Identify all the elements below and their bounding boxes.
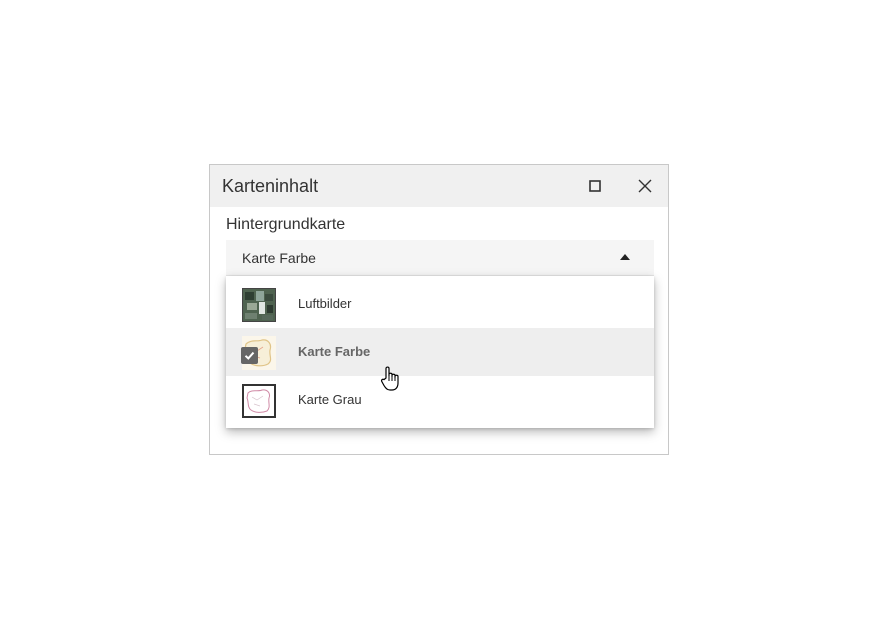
- close-icon: [638, 179, 652, 193]
- option-karte-farbe[interactable]: Karte Farbe: [226, 328, 654, 376]
- close-button[interactable]: [632, 173, 658, 199]
- option-label: Luftbilder: [298, 296, 352, 311]
- aerial-thumbnail: [242, 288, 276, 322]
- hand-cursor-icon: [381, 366, 399, 391]
- caret-up-icon[interactable]: [620, 254, 630, 260]
- square-icon: [589, 180, 601, 192]
- panel-header: Karteninhalt: [210, 165, 668, 207]
- check-icon: [241, 347, 258, 364]
- basemap-label: Hintergrundkarte: [226, 216, 346, 233]
- option-label: Karte Grau: [298, 392, 362, 407]
- panel-title: Karteninhalt: [222, 175, 319, 196]
- basemap-dropdown-list: Luftbilder Karte Farbe Karte Grau: [226, 276, 654, 428]
- gray-map-thumbnail: [242, 384, 276, 418]
- basemap-select[interactable]: Karte Farbe: [226, 240, 654, 276]
- option-karte-grau[interactable]: Karte Grau: [226, 376, 654, 424]
- maximize-button[interactable]: [582, 173, 608, 199]
- option-luftbilder[interactable]: Luftbilder: [226, 280, 654, 328]
- basemap-select-value: Karte Farbe: [242, 249, 316, 266]
- option-label: Karte Farbe: [298, 344, 371, 359]
